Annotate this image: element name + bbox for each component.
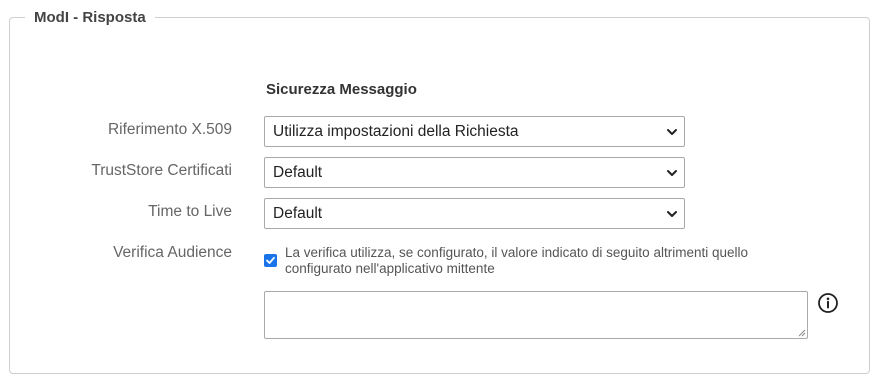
ttl-select[interactable]: Default bbox=[264, 198, 685, 229]
fieldset-legend: ModI - Risposta bbox=[25, 8, 155, 28]
audience-textarea[interactable] bbox=[264, 291, 808, 339]
truststore-select[interactable]: Default bbox=[264, 157, 685, 188]
check-icon bbox=[266, 256, 275, 264]
audience-description-line2: configurato nell'applicativo mittente bbox=[285, 261, 495, 276]
audience-label: Verifica Audience bbox=[113, 244, 232, 261]
riferimento-select[interactable]: Utilizza impostazioni della Richiesta bbox=[264, 116, 685, 147]
riferimento-label: Riferimento X.509 bbox=[107, 121, 232, 138]
ttl-select-value: Default bbox=[273, 204, 323, 222]
audience-description-line1: La verifica utilizza, se configurato, il… bbox=[285, 245, 748, 260]
audience-description: La verifica utilizza, se configurato, il… bbox=[285, 245, 805, 277]
riferimento-select-value: Utilizza impostazioni della Richiesta bbox=[273, 122, 519, 140]
section-title: Sicurezza Messaggio bbox=[266, 81, 417, 98]
audience-checkbox[interactable] bbox=[264, 254, 277, 267]
info-icon[interactable] bbox=[817, 292, 839, 314]
truststore-select-value: Default bbox=[273, 163, 323, 181]
truststore-label: TrustStore Certificati bbox=[91, 162, 232, 179]
chevron-down-icon bbox=[667, 170, 677, 176]
chevron-down-icon bbox=[667, 129, 677, 135]
ttl-label: Time to Live bbox=[148, 203, 232, 220]
chevron-down-icon bbox=[667, 211, 677, 217]
resize-handle-icon[interactable] bbox=[798, 329, 806, 337]
